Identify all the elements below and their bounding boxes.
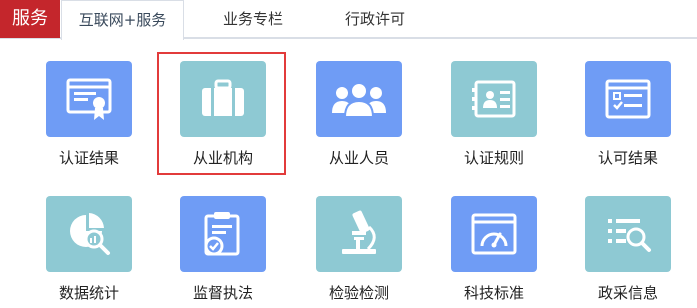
chart-magnifier-icon xyxy=(70,213,110,255)
tile-bg xyxy=(316,196,402,272)
clipboard-check-icon xyxy=(204,212,240,256)
tile-label: 认证规则 xyxy=(463,149,524,167)
microscope-icon xyxy=(342,210,376,254)
tile-practitioners[interactable]: 从业人员 xyxy=(316,61,402,167)
tile-supervision-enforcement[interactable]: 监督执法 xyxy=(180,196,266,302)
tab-administrative-license[interactable]: 行政许可 xyxy=(320,0,430,38)
list-search-icon xyxy=(608,219,651,252)
tile-bg xyxy=(180,196,266,272)
id-card-icon xyxy=(472,80,516,118)
tile-certification-results[interactable]: 认证结果 xyxy=(46,61,132,167)
tile-label: 认证结果 xyxy=(58,149,119,167)
tab-business-column[interactable]: 业务专栏 xyxy=(198,0,308,38)
tile-label: 检验检测 xyxy=(328,284,389,302)
tile-technology-standards[interactable]: 科技标准 xyxy=(451,196,537,302)
checklist-window-icon xyxy=(605,79,651,119)
people-group-icon xyxy=(332,82,386,118)
tile-accreditation-results[interactable]: 认可结果 xyxy=(585,61,671,167)
gauge-window-icon xyxy=(471,213,517,255)
tile-label: 从业人员 xyxy=(328,149,389,167)
tab-bar: 服务 互联网+服务 业务专栏 行政许可 xyxy=(0,0,697,40)
certificate-icon xyxy=(66,78,112,120)
tile-bg xyxy=(451,61,537,137)
tile-bg xyxy=(585,61,671,137)
tile-label: 科技标准 xyxy=(463,284,524,302)
tile-label: 从业机构 xyxy=(192,149,253,167)
tile-bg xyxy=(46,61,132,137)
tile-bg xyxy=(316,61,402,137)
tile-label: 监督执法 xyxy=(192,284,253,302)
tile-bg xyxy=(46,196,132,272)
tile-inspection-testing[interactable]: 检验检测 xyxy=(316,196,402,302)
tile-data-statistics[interactable]: 数据统计 xyxy=(46,196,132,302)
tile-bg xyxy=(585,196,671,272)
tile-procurement-info[interactable]: 政采信息 xyxy=(585,196,671,302)
tile-label: 数据统计 xyxy=(58,284,119,302)
tab-internet-plus-service[interactable]: 互联网+服务 xyxy=(61,0,184,40)
tile-label: 政采信息 xyxy=(597,284,658,302)
tile-bg xyxy=(451,196,537,272)
tile-practicing-institutions[interactable]: 从业机构 xyxy=(180,61,266,167)
tile-certification-rules[interactable]: 认证规则 xyxy=(451,61,537,167)
briefcase-icon xyxy=(202,79,244,116)
section-title: 服务 xyxy=(0,0,60,38)
tile-label: 认可结果 xyxy=(597,149,658,167)
tile-bg xyxy=(180,61,266,137)
